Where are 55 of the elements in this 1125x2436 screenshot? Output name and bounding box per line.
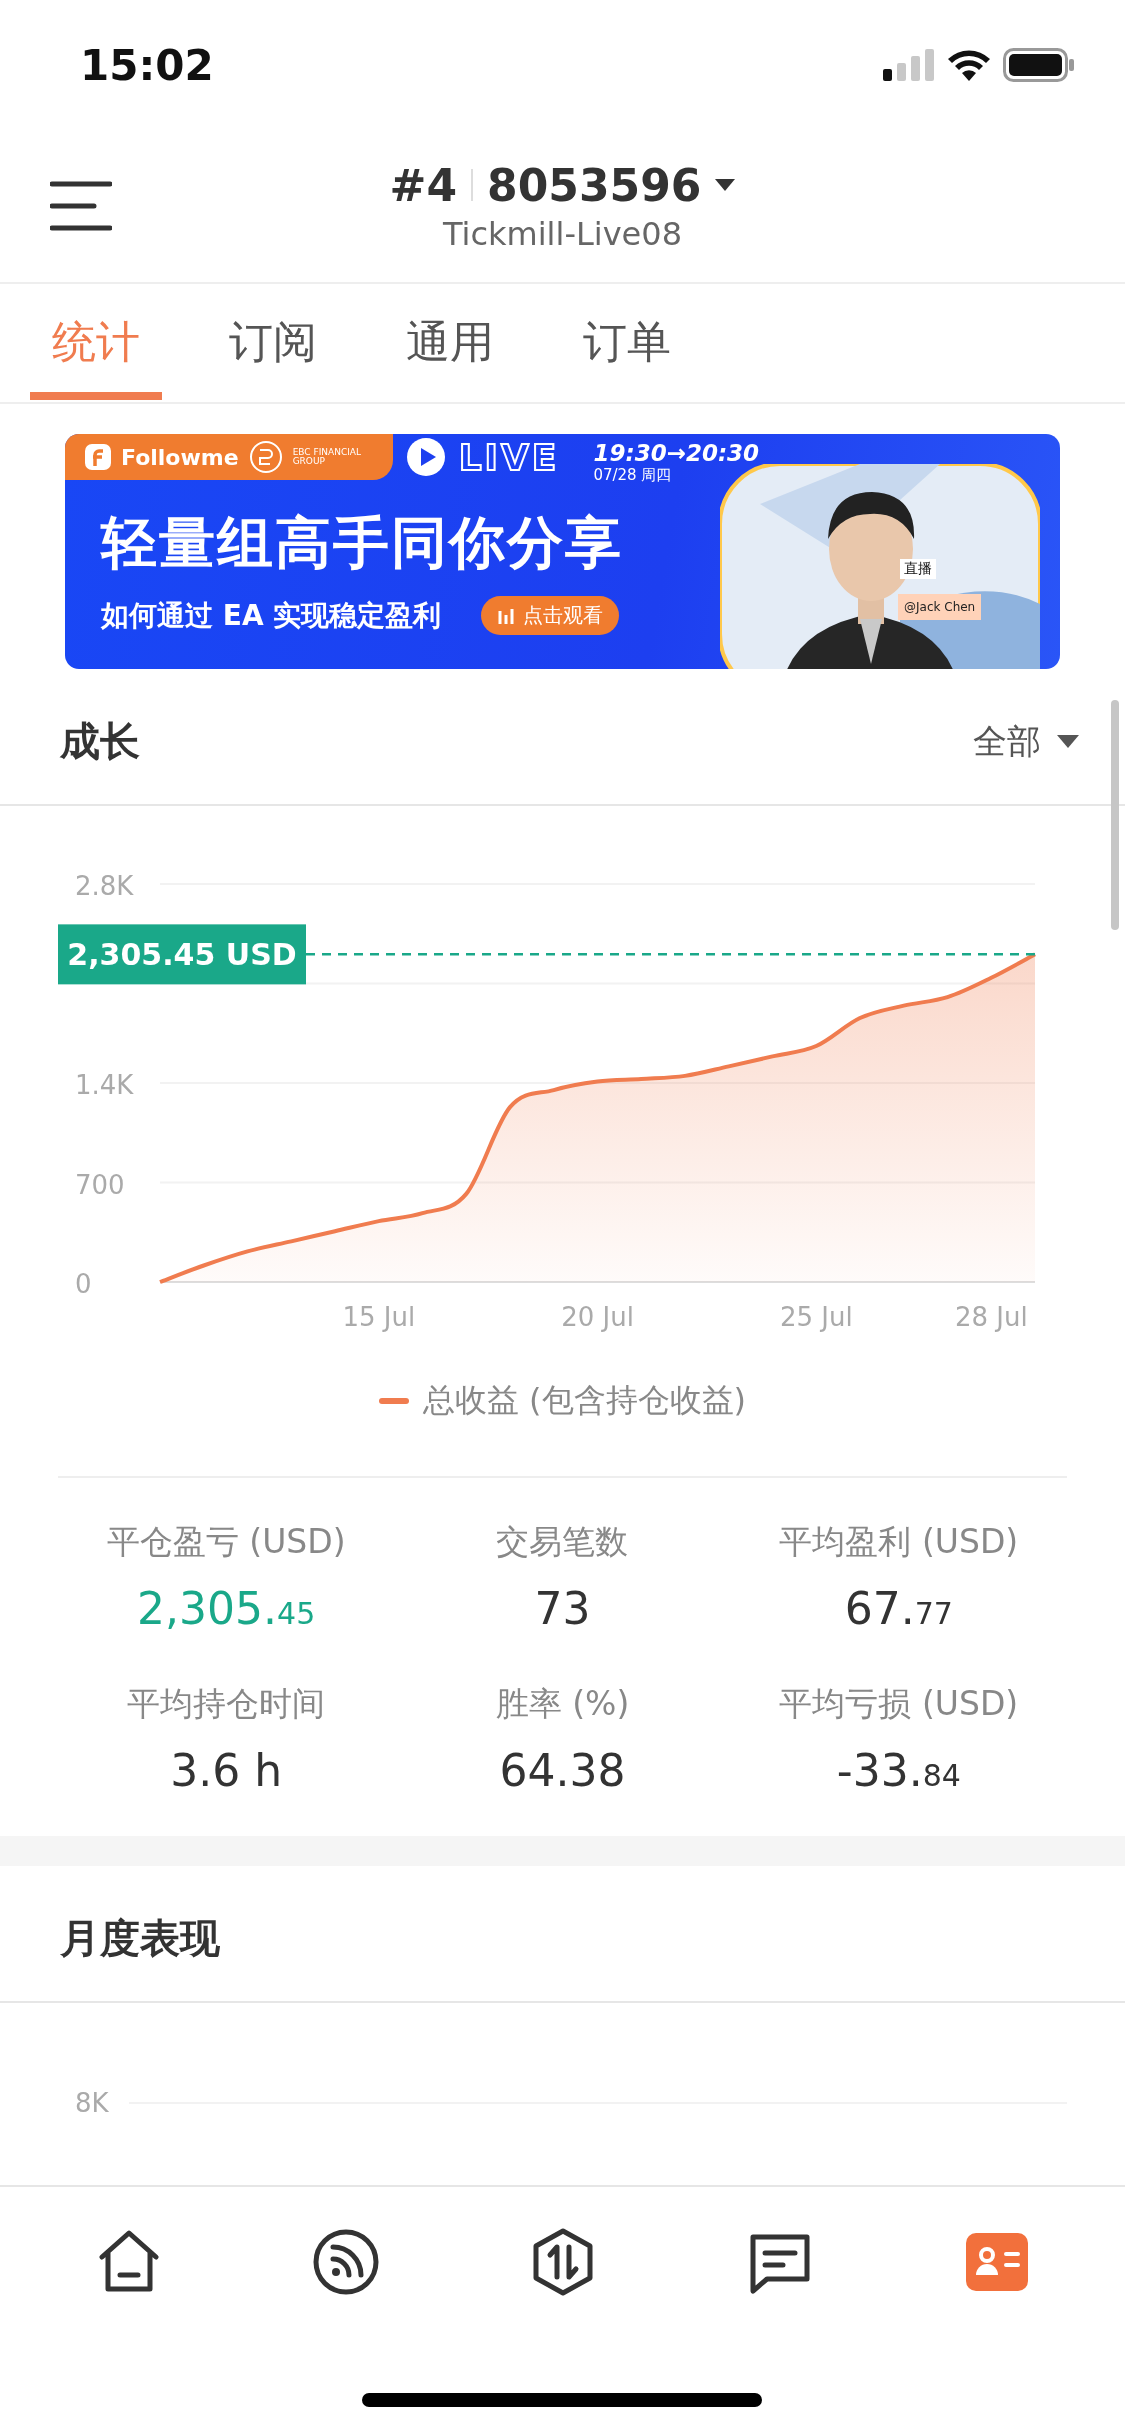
event-time: 19:30→20:30 [593,439,760,466]
axis-label: 0 [75,1269,92,1299]
ref-line-label: 2,305.45 USD [67,937,297,973]
legend-swatch [378,1398,409,1404]
stat-label: 平均持仓时间 [127,1683,326,1725]
caret-icon[interactable] [715,179,736,191]
stat-value: 2,305.45 [137,1583,316,1634]
axis-label: 8K [75,2088,109,2118]
stat-label: 交易笔数 [496,1521,629,1563]
legend-label: 总收益 (包含持仓收益) [422,1380,747,1421]
partner-logo-icon [248,440,283,474]
value-badge: 2,305.45 USD [58,924,306,985]
stat-value: 67.77 [844,1583,953,1634]
stat-value: 3.6 h [170,1745,283,1796]
server-name: Tickmill-Live08 [442,214,682,253]
promo-banner[interactable]: Followme EBC FINANCIAL GROUP LIVE 19:30→20:30 07/28 周四 轻量组高手同你分享 如何通过 EA 实现稳定盈利 点击观看 直播 @Jack Chen [65,434,1060,669]
tab[interactable]: 通用 [384,284,516,400]
brand-name: Followme [121,444,239,470]
account-index: #4 [389,159,458,211]
signal-icon [883,49,935,81]
host-name-tag: @Jack Chen [898,594,982,620]
stat-label: 平均盈利 (USD) [779,1521,1019,1563]
stat-value: 64.38 [499,1745,626,1796]
brand-logo-icon [85,444,111,470]
section-title: 成长 [60,717,140,766]
play-icon [406,438,445,476]
range-dropdown[interactable]: 全部 [967,717,1085,766]
stat-value: -33.84 [836,1745,961,1796]
live-tag: 直播 [900,559,936,579]
axis-label: 1.4K [75,1070,134,1100]
axis-label: 25 Jul [779,1302,853,1332]
axis-label: 700 [75,1169,125,1200]
battery-icon [1003,48,1075,82]
banner-subline: 如何通过 EA 实现稳定盈利 [101,597,442,634]
axis-label: 2.8K [75,871,134,901]
wifi-icon [947,49,991,81]
bar-chart-icon [497,606,516,625]
tab[interactable]: 订单 [561,284,693,400]
live-label: LIVE [458,436,560,478]
partner-name: EBC FINANCIAL GROUP [292,447,363,467]
caret-icon [1057,735,1079,748]
stat-label: 平仓盈亏 (USD) [106,1521,346,1563]
axis-label: 15 Jul [342,1302,416,1332]
event-date: 07/28 周四 [593,465,673,485]
banner-headline: 轻量组高手同你分享 [101,509,623,577]
menu-icon[interactable] [50,180,112,232]
axis-label: 28 Jul [954,1302,1028,1332]
status-time: 15:02 [80,40,214,90]
tab[interactable]: 订阅 [207,284,339,400]
account-number[interactable]: 8053596 [487,159,702,211]
axis-label: 20 Jul [561,1302,634,1332]
stat-value: 73 [534,1583,591,1634]
section-title: 月度表现 [60,1914,220,1963]
stat-label: 胜率 (%) [495,1683,630,1725]
stat-label: 平均亏损 (USD) [779,1683,1019,1725]
